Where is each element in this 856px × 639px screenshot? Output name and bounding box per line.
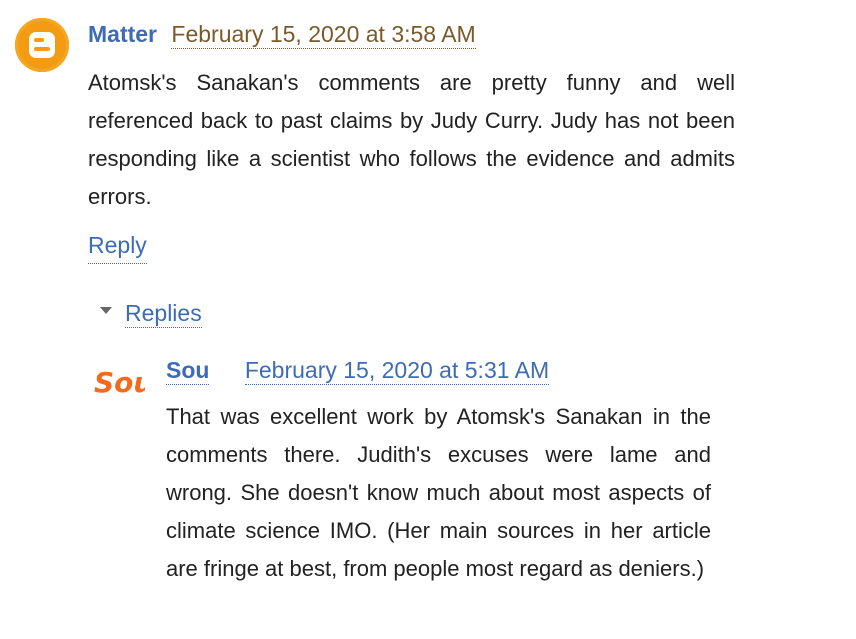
replies-toggle[interactable]: Replies xyxy=(100,296,202,330)
reply-author-link[interactable]: Sou xyxy=(166,357,210,385)
reply-button[interactable]: Reply xyxy=(88,228,147,264)
sou-avatar-text: Sou xyxy=(94,366,145,399)
comment-author-link[interactable]: Matter xyxy=(88,21,157,47)
comment-header: Matter February 15, 2020 at 3:58 AM xyxy=(88,17,476,51)
reply-header: Sou February 15, 2020 at 5:31 AM xyxy=(166,353,550,387)
reply-timestamp-link[interactable]: February 15, 2020 at 5:31 AM xyxy=(244,357,550,385)
sou-avatar-icon: Sou xyxy=(93,354,153,406)
replies-toggle-link[interactable]: Replies xyxy=(125,300,202,328)
comment-body: Atomsk's Sanakan's comments are pretty f… xyxy=(88,70,735,209)
comment-timestamp-link[interactable]: February 15, 2020 at 3:58 AM xyxy=(171,21,476,49)
caret-down-icon xyxy=(100,307,112,315)
reply-body: That was excellent work by Atomsk's Sana… xyxy=(166,404,711,581)
blogger-avatar-icon xyxy=(15,18,69,72)
